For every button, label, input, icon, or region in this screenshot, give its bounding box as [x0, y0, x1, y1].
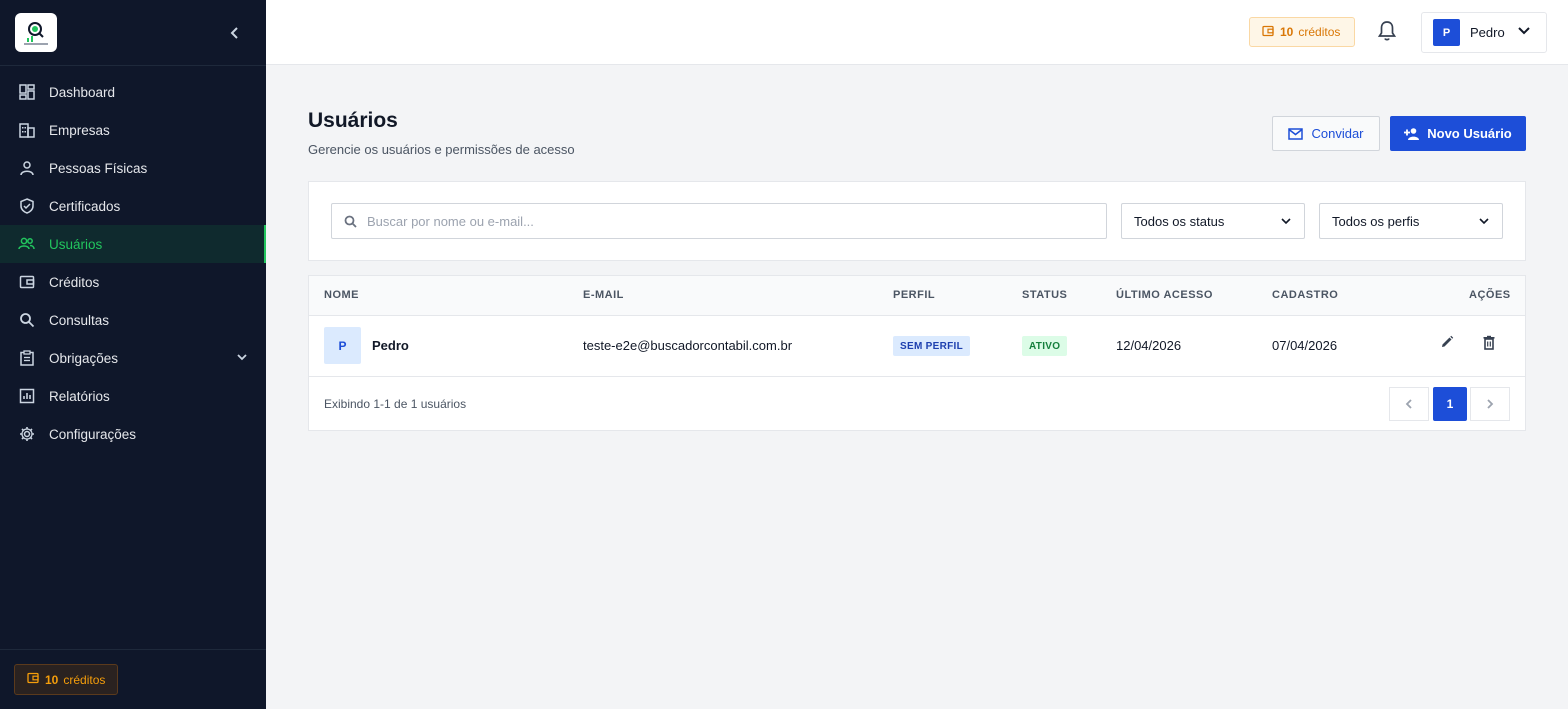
- credits-amount: 10: [1280, 25, 1294, 39]
- profile-filter-select[interactable]: Todos os perfis: [1319, 203, 1503, 239]
- search-icon: [344, 215, 357, 228]
- sidebar-item-pessoas-fisicas[interactable]: Pessoas Físicas: [0, 149, 266, 187]
- gear-icon: [18, 426, 35, 443]
- users-icon: [18, 236, 35, 253]
- new-user-button[interactable]: Novo Usuário: [1390, 116, 1526, 151]
- sidebar-item-consultas[interactable]: Consultas: [0, 301, 266, 339]
- pagination-next-button[interactable]: [1470, 387, 1510, 421]
- column-header-last-access[interactable]: ÚLTIMO ACESSO: [1116, 289, 1213, 301]
- pagination-page-button[interactable]: 1: [1433, 387, 1467, 421]
- chevron-right-icon: [1487, 399, 1494, 409]
- table-row[interactable]: P Pedro teste-e2e@buscadorcontabil.com.b…: [309, 316, 1525, 377]
- sidebar-item-usuarios[interactable]: Usuários: [0, 225, 266, 263]
- user-menu-button[interactable]: P Pedro: [1421, 12, 1547, 53]
- sidebar-header: [0, 0, 266, 66]
- sidebar-item-label: Relatórios: [49, 388, 110, 404]
- page-title: Usuários: [308, 109, 398, 132]
- top-bar: 10 créditos P Pedro: [266, 0, 1568, 65]
- user-name-cell: Pedro: [372, 338, 409, 353]
- collapse-sidebar-button[interactable]: [226, 24, 244, 42]
- column-header-profile[interactable]: PERFIL: [893, 289, 935, 301]
- sidebar-item-label: Consultas: [49, 312, 110, 328]
- chevron-down-icon: [1479, 218, 1489, 225]
- column-header-actions: AÇÕES: [1469, 289, 1511, 301]
- sidebar-item-label: Dashboard: [49, 84, 116, 100]
- wallet-icon: [1262, 25, 1274, 40]
- credits-label: créditos: [63, 672, 106, 687]
- sidebar-item-certificados[interactable]: Certificados: [0, 187, 266, 225]
- created-cell: 07/04/2026: [1272, 338, 1338, 353]
- trash-icon: [1483, 335, 1495, 350]
- shield-check-icon: [18, 198, 35, 215]
- credits-label: créditos: [1298, 25, 1341, 39]
- column-header-status[interactable]: STATUS: [1022, 289, 1067, 301]
- avatar: P: [324, 327, 361, 364]
- chevron-down-icon: [236, 351, 248, 366]
- wallet-icon: [18, 274, 35, 291]
- wallet-icon: [27, 672, 39, 687]
- sidebar-item-label: Créditos: [49, 274, 100, 290]
- profile-filter-value: Todos os perfis: [1332, 213, 1420, 229]
- column-header-email[interactable]: E-MAIL: [583, 289, 624, 301]
- table-header: NOME E-MAIL PERFIL STATUS ÚLTIMO ACESSO …: [309, 276, 1525, 316]
- add-user-icon: [1404, 127, 1420, 140]
- search-field: [331, 203, 1107, 239]
- bell-icon: [1377, 21, 1397, 41]
- person-icon: [18, 160, 35, 177]
- chevron-left-icon: [1405, 399, 1412, 409]
- sidebar-item-obrigacoes[interactable]: Obrigações: [0, 339, 266, 377]
- users-table: NOME E-MAIL PERFIL STATUS ÚLTIMO ACESSO …: [308, 275, 1526, 431]
- status-badge: ATIVO: [1022, 336, 1068, 356]
- invite-button[interactable]: Convidar: [1272, 116, 1380, 151]
- notifications-button[interactable]: [1377, 20, 1397, 47]
- last-access-cell: 12/04/2026: [1116, 338, 1182, 353]
- pagination-summary: Exibindo 1-1 de 1 usuários: [324, 397, 467, 411]
- clipboard-icon: [18, 350, 35, 367]
- mail-icon: [1288, 127, 1304, 140]
- user-email-cell: teste-e2e@buscadorcontabil.com.br: [583, 338, 793, 353]
- sidebar-credits-badge[interactable]: 10 créditos: [14, 664, 119, 695]
- chart-icon: [18, 388, 35, 405]
- new-user-button-label: Novo Usuário: [1427, 126, 1512, 141]
- building-icon: [18, 122, 35, 139]
- app-logo[interactable]: [15, 13, 57, 52]
- profile-badge: SEM PERFIL: [893, 336, 971, 356]
- sidebar-item-relatorios[interactable]: Relatórios: [0, 377, 266, 415]
- credits-amount: 10: [45, 672, 59, 687]
- sidebar-item-label: Pessoas Físicas: [49, 160, 148, 176]
- sidebar-item-label: Obrigações: [49, 350, 119, 366]
- sidebar-footer: 10 créditos: [0, 649, 266, 709]
- page-subtitle: Gerencie os usuários e permissões de ace…: [308, 142, 575, 157]
- status-filter-select[interactable]: Todos os status: [1121, 203, 1305, 239]
- chevron-left-icon: [230, 27, 238, 39]
- pencil-icon: [1442, 335, 1454, 347]
- filters-card: Todos os status Todos os perfis: [308, 181, 1526, 261]
- search-icon: [18, 312, 35, 329]
- header-credits-badge[interactable]: 10 créditos: [1249, 17, 1355, 47]
- status-filter-value: Todos os status: [1134, 213, 1225, 229]
- sidebar-item-label: Configurações: [49, 426, 137, 442]
- search-input[interactable]: [367, 213, 1067, 229]
- chevron-down-icon: [1517, 23, 1531, 42]
- sidebar-item-configuracoes[interactable]: Configurações: [0, 415, 266, 453]
- sidebar-nav: Dashboard Empresas Pessoas Físicas Certi…: [0, 73, 266, 453]
- delete-user-button[interactable]: [1479, 332, 1499, 352]
- user-name: Pedro: [1470, 25, 1505, 40]
- sidebar-item-label: Empresas: [49, 122, 110, 138]
- sidebar-item-label: Certificados: [49, 198, 121, 214]
- column-header-name[interactable]: NOME: [324, 289, 359, 301]
- sidebar-item-creditos[interactable]: Créditos: [0, 263, 266, 301]
- edit-user-button[interactable]: [1437, 332, 1457, 352]
- table-footer: Exibindo 1-1 de 1 usuários 1: [309, 377, 1525, 431]
- invite-button-label: Convidar: [1311, 126, 1364, 141]
- sidebar-item-empresas[interactable]: Empresas: [0, 111, 266, 149]
- sidebar-item-label: Usuários: [49, 236, 103, 252]
- chevron-down-icon: [1281, 218, 1291, 225]
- column-header-created[interactable]: CADASTRO: [1272, 289, 1338, 301]
- avatar: P: [1433, 19, 1460, 46]
- sidebar-item-dashboard[interactable]: Dashboard: [0, 73, 266, 111]
- sidebar: Dashboard Empresas Pessoas Físicas Certi…: [0, 0, 266, 709]
- dashboard-icon: [18, 84, 35, 101]
- pagination-prev-button[interactable]: [1389, 387, 1429, 421]
